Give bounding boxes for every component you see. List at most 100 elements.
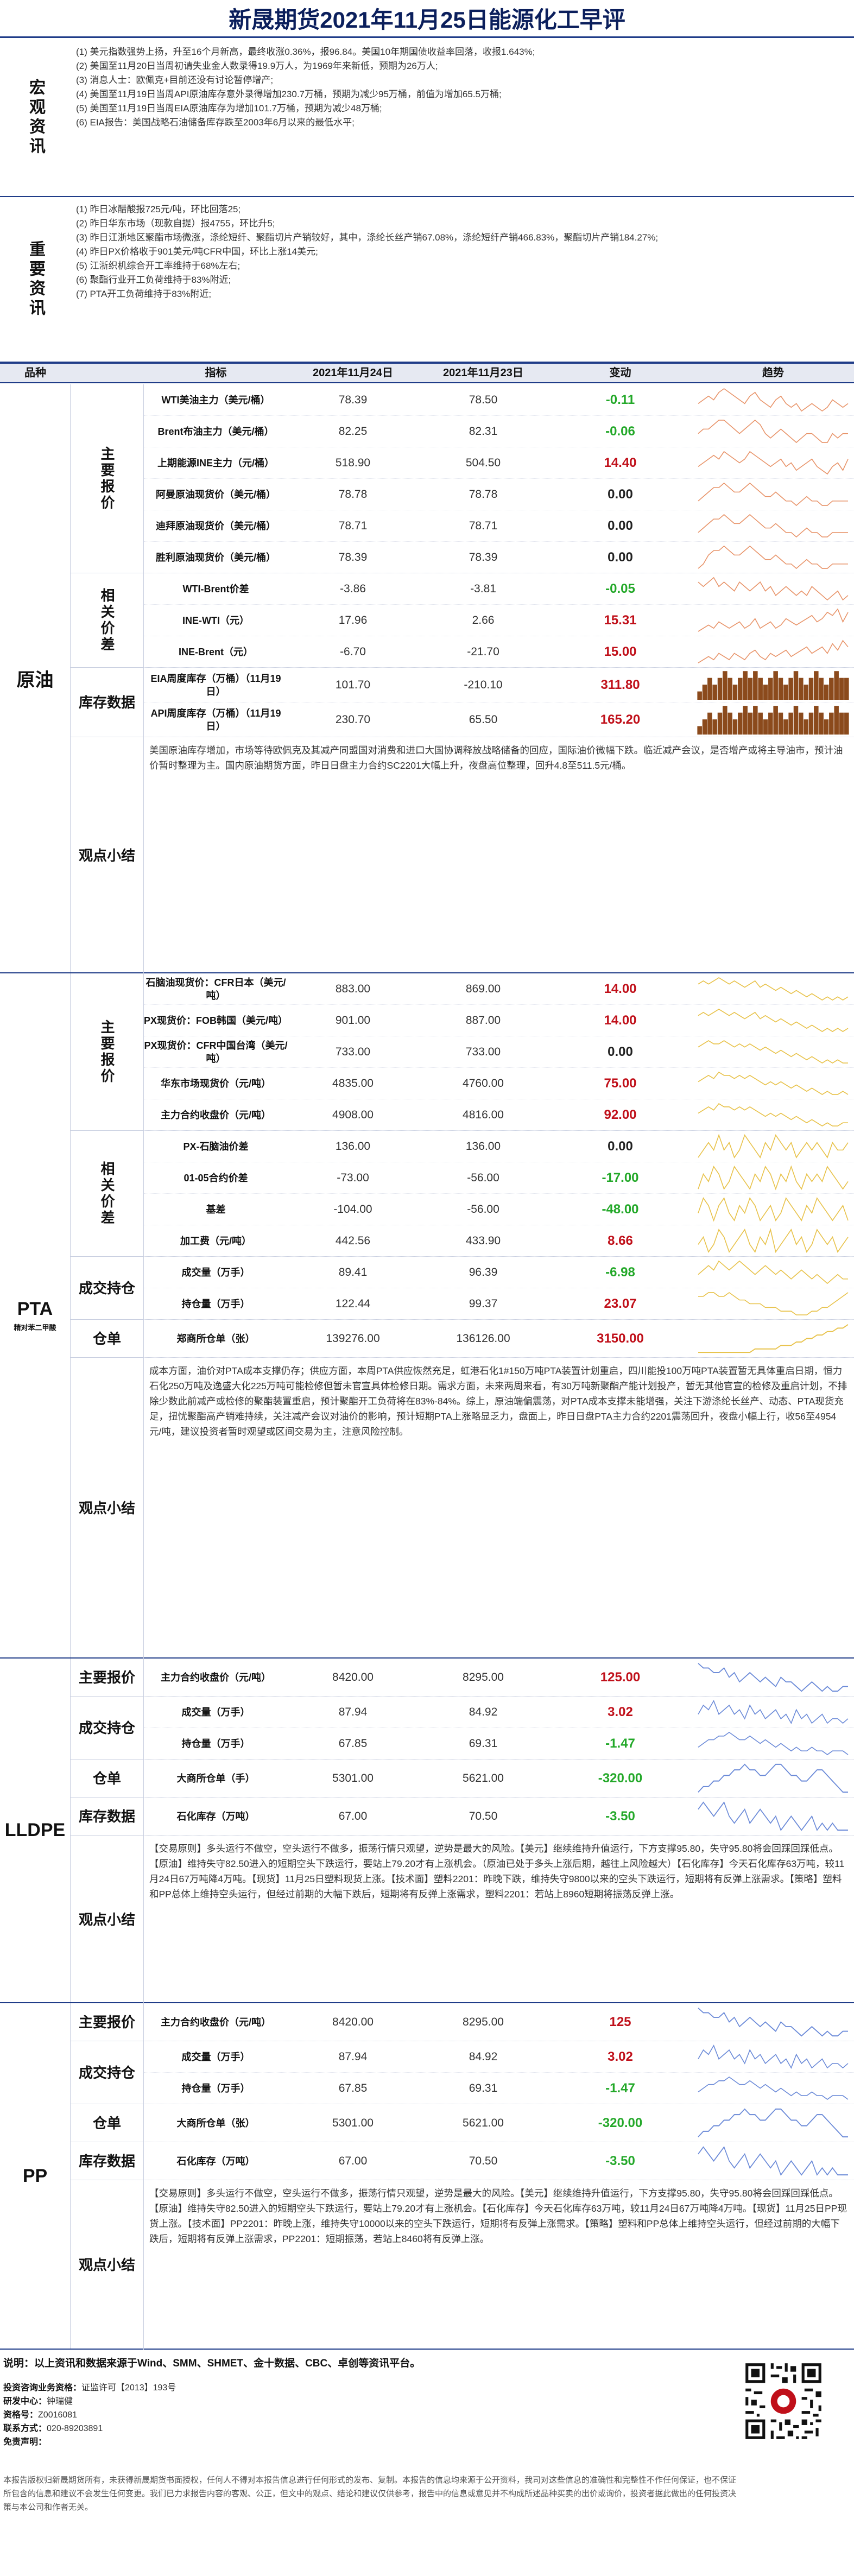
- indicator-name: API周度库存（万桶）（11月19日）: [150, 707, 281, 732]
- value-previous: 2.66: [472, 613, 495, 626]
- value-previous: 5621.00: [463, 2116, 504, 2129]
- trend-line: [698, 1134, 849, 1159]
- table-row: WTI美油主力（美元/桶） 78.39 78.50 -0.11: [144, 384, 854, 416]
- contact-value: 证监许可【2013】193号: [81, 2383, 176, 2393]
- value-previous: -21.70: [467, 645, 499, 658]
- trend-line: [698, 1663, 848, 1692]
- trend-cell: [692, 1099, 854, 1130]
- trend-sparkline: [698, 1228, 849, 1254]
- indicator-name: EIA周度库存（万桶）（11月19日）: [150, 673, 281, 697]
- trend-bar: [783, 719, 788, 735]
- trend-bar: [743, 671, 748, 700]
- header-change: 变动: [609, 367, 631, 379]
- indicator-group: 主要报价 主力合约收盘价（元/吨） 8420.00 8295.00 125: [71, 2003, 854, 2041]
- summary-label-cell: 观点小结: [71, 1358, 144, 1659]
- group-label: 成交持仓: [78, 1719, 135, 1736]
- trend-sparkline: [698, 1103, 848, 1127]
- group-label-cell: 主要报价: [71, 2003, 144, 2041]
- value-current: 82.25: [338, 425, 368, 438]
- trend-bar: [712, 685, 717, 700]
- trend-line: [698, 388, 849, 412]
- trend-line: [698, 514, 848, 538]
- trend-line: [698, 1197, 849, 1222]
- table-row: 石化库存（万吨） 67.00 70.50 -3.50: [144, 1797, 854, 1836]
- table-row: 胜利原油现货价（美元/桶） 78.39 78.39 0.00: [144, 542, 854, 573]
- trend-bar: [768, 712, 773, 735]
- value-current: 101.70: [335, 678, 371, 691]
- trend-sparkline: [698, 1700, 849, 1724]
- contact-line: 联系方式：020-89203891: [3, 2422, 176, 2435]
- value-current: 78.78: [338, 488, 368, 501]
- important-news-label: 重要资讯: [27, 240, 45, 319]
- group-label: 主要报价: [78, 2014, 135, 2030]
- trend-sparkline: [698, 1197, 849, 1222]
- table-row: 基差 -104.00 -56.00 -48.00: [144, 1194, 854, 1225]
- value-previous: -56.00: [467, 1171, 499, 1184]
- trend-line: [698, 640, 849, 663]
- value-previous: 504.50: [465, 456, 501, 469]
- trend-bar: [748, 712, 753, 735]
- trend-cell: [692, 1257, 854, 1288]
- change-value: 23.07: [604, 1296, 637, 1311]
- indicator-name: 主力合约收盘价（元/吨）: [161, 1109, 271, 1121]
- contact-line: 免责声明：: [3, 2435, 176, 2449]
- trend-bar: [804, 719, 808, 735]
- trend-line: [698, 2008, 848, 2037]
- group-label: 库存数据: [78, 694, 135, 711]
- indicator-name: Brent布油主力（美元/桶）: [157, 426, 274, 437]
- news-item: (7) PTA开工负荷维持于83%附近;: [76, 289, 212, 299]
- news-item: (1) 美元指数强势上扬，升至16个月新高，最终收涨0.36%，报96.84。美…: [76, 47, 535, 57]
- indicator-group: 仓单 大商所仓单（手） 5301.00 5621.00 -320.00: [71, 1759, 854, 1797]
- indicator-group: 仓单 大商所仓单（张） 5301.00 5621.00 -320.00: [71, 2104, 854, 2142]
- trend-bar: [758, 712, 763, 735]
- value-previous: 5621.00: [463, 1771, 504, 1784]
- trend-bar: [834, 706, 839, 735]
- change-value: 3.02: [608, 1704, 633, 1719]
- trend-cell: [692, 447, 854, 478]
- trend-sparkline: [698, 608, 849, 632]
- indicator-name: 持仓量（万手）: [181, 1298, 250, 1309]
- section-0: 原油 主要报价 WTI美油主力（美元/桶） 78.39 78.50 -0.11 Brent布…: [0, 384, 854, 973]
- value-previous: 84.92: [469, 1705, 498, 1718]
- indicator-name: PX现货价：CFR中国台湾（美元/吨）: [144, 1040, 288, 1064]
- indicator-name: 持仓量（万手）: [181, 1738, 250, 1749]
- value-current: 4835.00: [332, 1077, 374, 1090]
- news-item: (6) 聚酯行业开工负荷维持于83%附近;: [76, 275, 231, 285]
- trend-bar: [839, 712, 844, 735]
- change-value: -0.06: [605, 423, 635, 439]
- trend-cell: [692, 1759, 854, 1797]
- indicator-group: 相关价差 WTI-Brent价差 -3.86 -3.81 -0.05 INE-WTI（元）…: [71, 573, 854, 668]
- summary-text: 成本方面，油价对PTA成本支撑仍存；供应方面，本周PTA供应恢然充足，虹港石化1…: [149, 1365, 847, 1437]
- indicator-name: 01-05合约价差: [184, 1172, 248, 1183]
- value-previous: 96.39: [469, 1265, 498, 1278]
- change-value: 0.00: [608, 549, 633, 565]
- group-label-cell: 仓单: [71, 2104, 144, 2142]
- trend-sparkline: [698, 545, 848, 569]
- value-current: 78.71: [338, 519, 368, 532]
- table-row: 主力合约收盘价（元/吨） 4908.00 4816.00 92.00: [144, 1099, 854, 1131]
- section-product-name: 原油: [0, 384, 71, 972]
- change-value: 0.00: [608, 518, 633, 533]
- value-previous: 78.50: [469, 393, 498, 406]
- summary-label-cell: 观点小结: [71, 737, 144, 973]
- trend-bar: [748, 678, 753, 700]
- indicator-name: 石化库存（万吨）: [176, 2155, 255, 2167]
- trend-line: [698, 1260, 848, 1284]
- change-value: -320.00: [598, 2115, 643, 2130]
- trend-sparkline: [698, 1801, 848, 1831]
- header-indicator: 指标: [205, 367, 227, 379]
- table-row: Brent布油主力（美元/桶） 82.25 82.31 -0.06: [144, 416, 854, 447]
- trend-sparkline: [698, 419, 848, 444]
- value-current: 4908.00: [332, 1108, 374, 1121]
- indicator-name: WTI美油主力（美元/桶）: [161, 394, 270, 406]
- trend-bar: [712, 719, 717, 735]
- value-current: 8420.00: [332, 1670, 374, 1683]
- table-row: 大商所仓单（手） 5301.00 5621.00 -320.00: [144, 1759, 854, 1797]
- trend-bar: [783, 685, 788, 700]
- indicator-name: INE-Brent（元）: [178, 646, 253, 657]
- change-value: 0.00: [608, 1138, 633, 1154]
- trend-bar: [707, 678, 712, 700]
- trend-cell: [692, 1131, 854, 1162]
- important-news-label-cell: 重要资讯: [0, 197, 71, 362]
- trend-cell: [692, 542, 854, 573]
